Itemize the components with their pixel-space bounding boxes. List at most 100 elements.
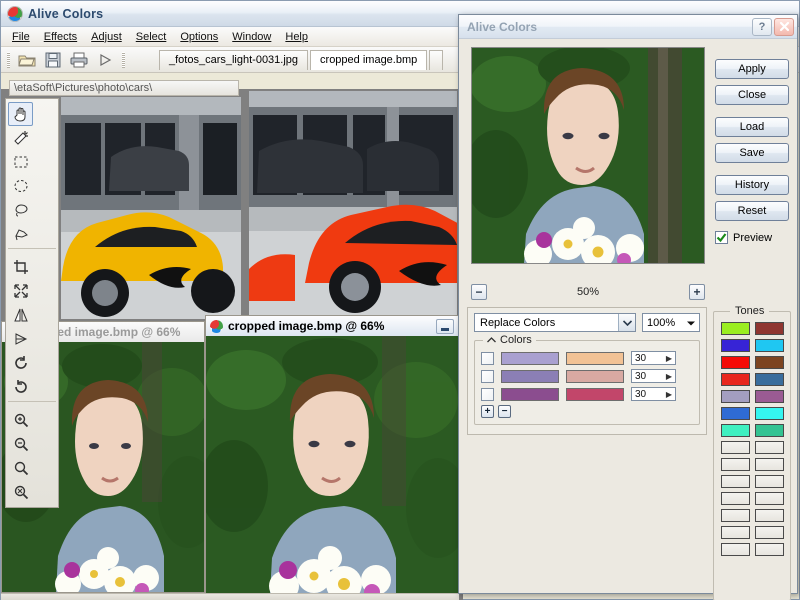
tone-swatch-10-0[interactable] — [721, 492, 750, 505]
folder-open-icon[interactable] — [15, 49, 39, 71]
tone-swatch-12-0[interactable] — [721, 526, 750, 539]
chevron-down-icon[interactable] — [618, 314, 635, 331]
tone-swatch-11-0[interactable] — [721, 509, 750, 522]
floppy-disk-icon[interactable] — [41, 49, 65, 71]
color-row-checkbox-1[interactable] — [481, 370, 494, 383]
hand-icon[interactable] — [8, 102, 33, 126]
apply-button[interactable]: Apply — [715, 59, 789, 79]
magnifier-actual-icon[interactable] — [8, 480, 33, 504]
printer-icon[interactable] — [67, 49, 91, 71]
crop-icon[interactable] — [8, 255, 33, 279]
tone-row-0 — [720, 322, 784, 335]
menu-item-help[interactable]: Help — [278, 29, 315, 45]
tone-swatch-11-1[interactable] — [755, 509, 784, 522]
spin-arrow-icon-1[interactable]: ▶ — [666, 372, 672, 381]
magnifier-minus-icon[interactable] — [8, 432, 33, 456]
image-window-cars-modified[interactable] — [249, 91, 457, 319]
close-button[interactable]: Close — [715, 85, 789, 105]
rectangle-marquee-icon[interactable] — [8, 150, 33, 174]
remove-color-button[interactable]: − — [498, 405, 511, 418]
target-color-swatch-1[interactable] — [566, 370, 624, 383]
ellipse-marquee-icon[interactable] — [8, 174, 33, 198]
spin-arrow-icon-2[interactable]: ▶ — [666, 390, 672, 399]
menu-item-select[interactable]: Select — [129, 29, 174, 45]
mode-select[interactable]: Replace Colors — [474, 313, 636, 332]
color-row-checkbox-0[interactable] — [481, 352, 494, 365]
tone-swatch-5-1[interactable] — [755, 407, 784, 420]
flip-vertical-icon[interactable] — [8, 327, 33, 351]
menu-item-window[interactable]: Window — [225, 29, 278, 45]
document-tab-0[interactable]: _fotos_cars_light-0031.jpg — [159, 50, 308, 70]
preview-checkbox[interactable] — [715, 231, 728, 244]
tone-swatch-3-0[interactable] — [721, 373, 750, 386]
color-row-checkbox-2[interactable] — [481, 388, 494, 401]
image-window-cars-original[interactable] — [61, 97, 241, 319]
mode-select-value: Replace Colors — [480, 317, 555, 329]
play-triangle-icon[interactable] — [93, 49, 117, 71]
tone-swatch-5-0[interactable] — [721, 407, 750, 420]
spin-arrow-icon-0[interactable]: ▶ — [666, 354, 672, 363]
menu-item-effects[interactable]: Effects — [37, 29, 84, 45]
tone-swatch-9-0[interactable] — [721, 475, 750, 488]
resize-arrows-icon[interactable] — [8, 279, 33, 303]
close-icon[interactable] — [774, 18, 794, 36]
tolerance-field-1[interactable]: 30 ▶ — [631, 369, 676, 383]
menu-item-adjust[interactable]: Adjust — [84, 29, 129, 45]
tone-swatch-9-1[interactable] — [755, 475, 784, 488]
target-color-swatch-0[interactable] — [566, 352, 624, 365]
add-color-button[interactable]: + — [481, 405, 494, 418]
history-button[interactable]: History — [715, 175, 789, 195]
zoom-in-button[interactable]: + — [689, 284, 705, 300]
tone-swatch-8-1[interactable] — [755, 458, 784, 471]
tone-swatch-6-1[interactable] — [755, 424, 784, 437]
preview-image[interactable] — [471, 47, 705, 264]
menu-item-file[interactable]: File — [5, 29, 37, 45]
tone-swatch-12-1[interactable] — [755, 526, 784, 539]
target-color-swatch-2[interactable] — [566, 388, 624, 401]
tone-swatch-6-0[interactable] — [721, 424, 750, 437]
magic-wand-icon[interactable] — [8, 126, 33, 150]
lasso-icon[interactable] — [8, 198, 33, 222]
source-color-swatch-2[interactable] — [501, 388, 559, 401]
magnifier-icon[interactable] — [8, 456, 33, 480]
tone-swatch-7-1[interactable] — [755, 441, 784, 454]
rotate-clockwise-icon[interactable] — [8, 375, 33, 399]
color-row-0: 30 ▶ — [481, 351, 693, 365]
source-color-swatch-1[interactable] — [501, 370, 559, 383]
tone-swatch-2-1[interactable] — [755, 356, 784, 369]
tone-swatch-0-0[interactable] — [721, 322, 750, 335]
chevron-down-small-icon[interactable] — [687, 317, 695, 329]
menu-item-options[interactable]: Options — [173, 29, 225, 45]
tone-swatch-3-1[interactable] — [755, 373, 784, 386]
load-button[interactable]: Load — [715, 117, 789, 137]
tone-swatch-10-1[interactable] — [755, 492, 784, 505]
source-color-swatch-0[interactable] — [501, 352, 559, 365]
tone-swatch-1-1[interactable] — [755, 339, 784, 352]
tone-swatch-4-1[interactable] — [755, 390, 784, 403]
tone-swatch-13-1[interactable] — [755, 543, 784, 556]
image-window-portrait-after[interactable]: cropped image.bmp @ 66% — [205, 315, 459, 595]
flip-horizontal-icon[interactable] — [8, 303, 33, 327]
magnifier-plus-icon[interactable] — [8, 408, 33, 432]
tone-swatch-2-0[interactable] — [721, 356, 750, 369]
triangle-up-icon[interactable] — [487, 334, 496, 346]
tone-swatch-8-0[interactable] — [721, 458, 750, 471]
tone-swatch-0-1[interactable] — [755, 322, 784, 335]
document-tab-1[interactable]: cropped image.bmp — [310, 50, 427, 70]
help-button[interactable]: ? — [752, 18, 772, 36]
preview-checkbox-row[interactable]: Preview — [715, 231, 789, 244]
tone-swatch-1-0[interactable] — [721, 339, 750, 352]
reset-button[interactable]: Reset — [715, 201, 789, 221]
tone-swatch-7-0[interactable] — [721, 441, 750, 454]
tone-swatch-4-0[interactable] — [721, 390, 750, 403]
polygon-lasso-icon[interactable] — [8, 222, 33, 246]
rotate-counterclockwise-icon[interactable] — [8, 351, 33, 375]
document-tab-overflow[interactable] — [429, 50, 443, 70]
tolerance-field-2[interactable]: 30 ▶ — [631, 387, 676, 401]
tolerance-field-0[interactable]: 30 ▶ — [631, 351, 676, 365]
minimize-button[interactable] — [436, 319, 454, 334]
tone-swatch-13-0[interactable] — [721, 543, 750, 556]
zoom-out-button[interactable]: − — [471, 284, 487, 300]
save-button[interactable]: Save — [715, 143, 789, 163]
opacity-select[interactable]: 100% — [642, 313, 700, 332]
